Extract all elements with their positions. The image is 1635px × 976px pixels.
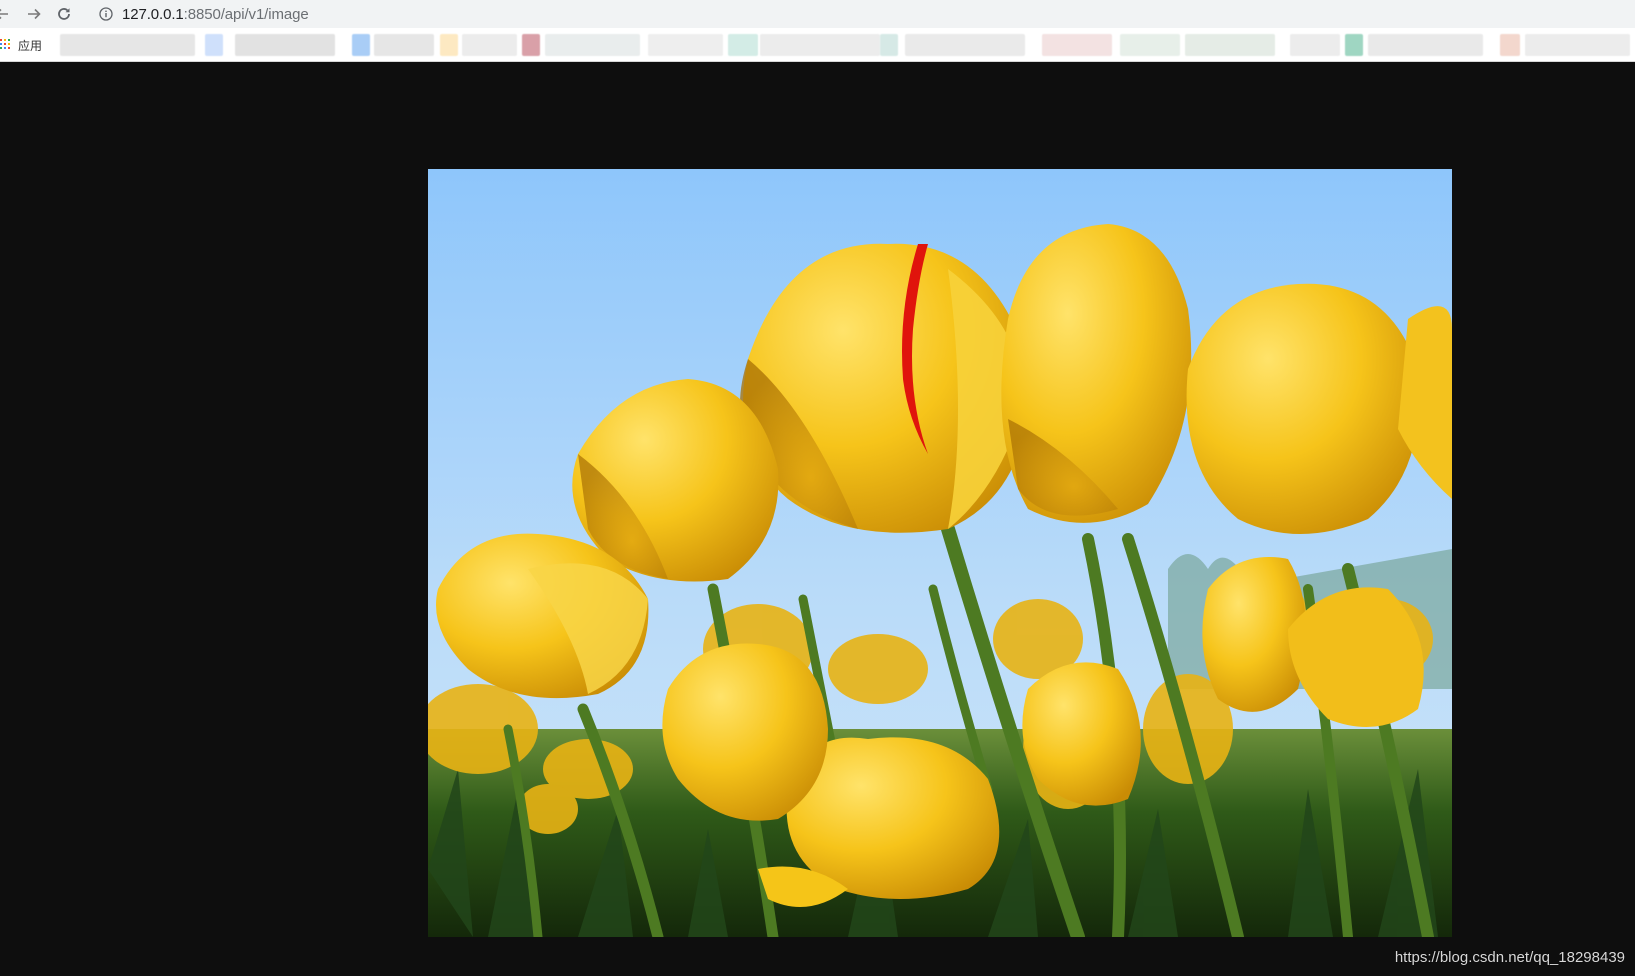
apps-shortcut[interactable]: 应用 [0, 37, 42, 53]
bookmark-item[interactable] [1525, 34, 1630, 56]
bookmark-item[interactable] [1290, 34, 1340, 56]
apps-grid-dot [0, 39, 2, 41]
bookmark-item[interactable] [352, 34, 370, 56]
bookmark-item[interactable] [462, 34, 517, 56]
apps-grid-dot [8, 39, 10, 41]
bookmark-item[interactable] [60, 34, 195, 56]
apps-grid-dot [4, 39, 6, 41]
reload-button[interactable] [50, 0, 78, 28]
back-arrow-icon [0, 8, 8, 20]
bookmark-item[interactable] [1345, 34, 1363, 56]
bookmark-item[interactable] [1500, 34, 1520, 56]
bookmark-item[interactable] [760, 34, 880, 56]
bookmark-item[interactable] [648, 34, 723, 56]
reload-icon [58, 8, 70, 20]
bookmark-item[interactable] [1042, 34, 1112, 56]
address-bar[interactable]: 127.0.0.1:8850/api/v1/image [90, 2, 1635, 26]
bookmark-item[interactable] [880, 34, 898, 56]
apps-grid-dot [4, 47, 6, 49]
bookmark-item[interactable] [905, 34, 1025, 56]
tulip-photo[interactable] [428, 169, 1452, 937]
forward-button[interactable] [20, 0, 48, 28]
apps-grid-dot [8, 47, 10, 49]
tulip-photo-graphic [428, 169, 1452, 937]
apps-grid-dot [4, 43, 6, 45]
url-host: 127.0.0.1 [122, 5, 184, 23]
url-path: :8850/api/v1/image [183, 5, 309, 23]
watermark-text: https://blog.csdn.net/qq_18298439 [1394, 949, 1625, 966]
url-text[interactable]: 127.0.0.1:8850/api/v1/image [122, 6, 309, 23]
apps-grid-dot [0, 47, 2, 49]
bookmark-item[interactable] [728, 34, 758, 56]
info-circle-icon[interactable] [98, 6, 114, 22]
bookmark-item[interactable] [545, 34, 640, 56]
bookmark-item[interactable] [1185, 34, 1275, 56]
bookmark-item[interactable] [374, 34, 434, 56]
browser-toolbar: 127.0.0.1:8850/api/v1/image [0, 0, 1635, 28]
bookmark-item[interactable] [1120, 34, 1180, 56]
forward-arrow-icon [28, 8, 41, 20]
back-button[interactable] [0, 0, 16, 28]
bookmark-item[interactable] [205, 34, 223, 56]
apps-grid-dot [8, 43, 10, 45]
bookmark-item[interactable] [235, 34, 335, 56]
bookmark-item[interactable] [440, 34, 458, 56]
bookmark-item[interactable] [522, 34, 540, 56]
bookmark-item[interactable] [1368, 34, 1483, 56]
apps-label: 应用 [18, 38, 43, 53]
apps-grid-icon [0, 39, 10, 51]
apps-grid-dot [0, 43, 2, 45]
